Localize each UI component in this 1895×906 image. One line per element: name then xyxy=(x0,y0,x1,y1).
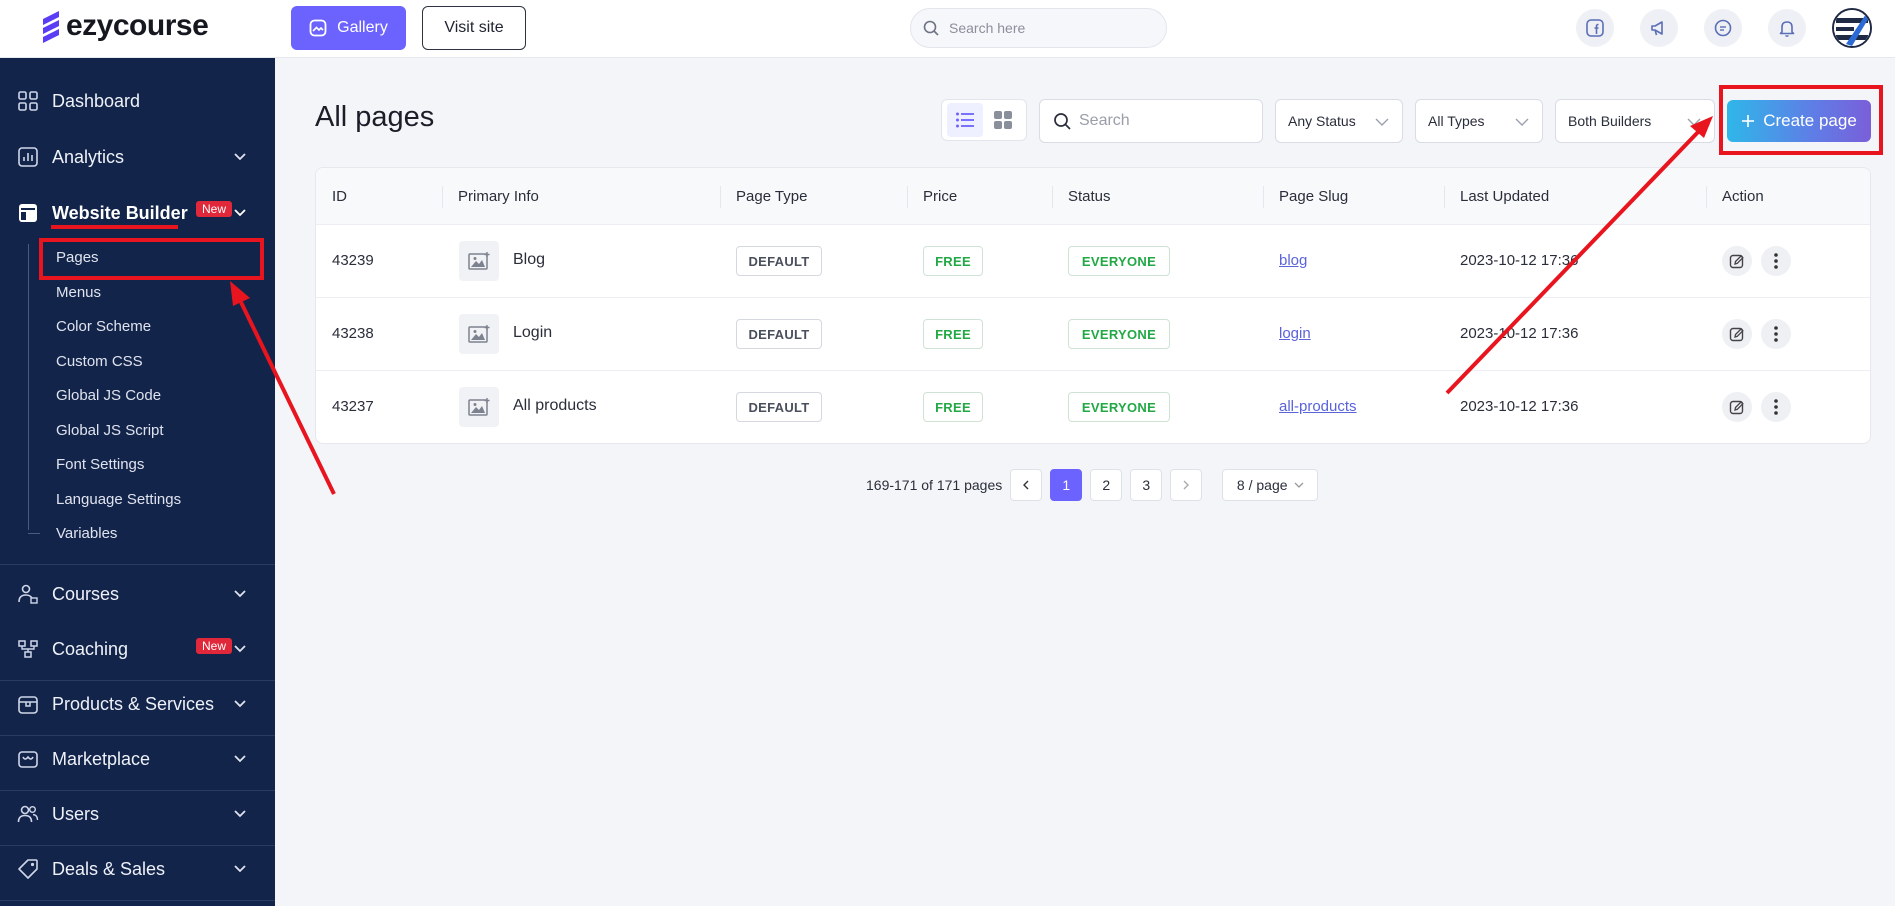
annotation-arrowhead xyxy=(230,281,250,306)
annotation-arrow-line xyxy=(236,295,336,495)
annotation-arrow-line xyxy=(1445,128,1702,395)
annotation-arrows xyxy=(230,116,1713,495)
